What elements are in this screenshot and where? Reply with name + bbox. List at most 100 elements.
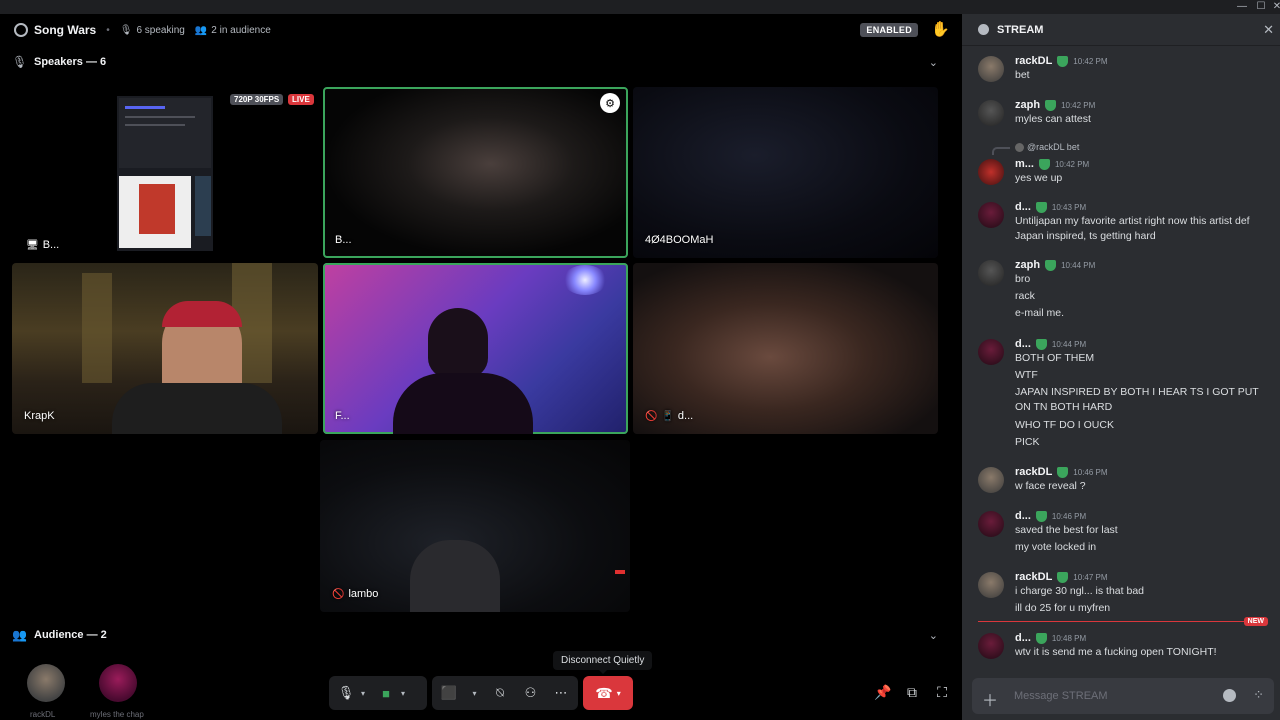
mic-muted-icon: 🚫: [645, 410, 658, 422]
popout-icon[interactable]: ⧉: [903, 684, 921, 701]
reply-reference[interactable]: @rackDL bet: [1015, 142, 1079, 152]
message-author[interactable]: d...: [1015, 201, 1031, 213]
apps-icon[interactable]: ⁘: [1253, 687, 1264, 703]
speaker-tile[interactable]: F...: [323, 263, 628, 434]
screen-share-icon: 🖥: [26, 239, 39, 251]
shield-icon: [1035, 338, 1047, 350]
message-author[interactable]: m...: [1015, 158, 1034, 170]
speaker-tile[interactable]: ⚙ B...: [323, 87, 628, 258]
chevron-down-icon[interactable]: ▾: [617, 689, 621, 698]
message-header: d... 10:48 PM: [1015, 631, 1086, 645]
speakers-section-header[interactable]: 🎙 Speakers — 6 ⌄: [0, 51, 962, 73]
mic-camera-controls: 🎙 ▾ ■ ▾: [329, 676, 427, 710]
close-window-button[interactable]: ✕: [1268, 0, 1280, 13]
speaker-name: 4Ø4BOOMaH: [645, 234, 713, 246]
speaker-name: 🚫 📱 d...: [645, 410, 693, 422]
message-header: rackDL 10:46 PM: [1015, 465, 1108, 479]
message-time: 10:42 PM: [1061, 100, 1096, 110]
shield-icon: [1045, 259, 1057, 271]
chevron-down-icon[interactable]: ⌄: [929, 629, 938, 642]
message-author[interactable]: d...: [1015, 338, 1031, 350]
disconnect-button[interactable]: ☎ ▾: [583, 676, 633, 710]
message-time: 10:44 PM: [1051, 339, 1087, 349]
message-author[interactable]: rackDL: [1015, 466, 1052, 478]
avatar[interactable]: [978, 159, 1004, 185]
speaker-tile[interactable]: 🚫 lambo: [320, 440, 630, 612]
deafen-button[interactable]: ⍉: [489, 682, 511, 704]
speaker-tile[interactable]: 🚫 📱 d...: [633, 263, 938, 434]
minimize-button[interactable]: —: [1233, 0, 1251, 13]
message-text: i charge 30 ngl... is that bad: [1015, 585, 1144, 597]
emoji-icon[interactable]: [1223, 689, 1236, 702]
speakers-label: Speakers — 6: [34, 56, 107, 68]
audience-name: rackDL: [30, 710, 56, 719]
chat-panel: STREAM ✕ rackDL 10:42 PM bet zaph 10:42 PM…: [962, 14, 1280, 720]
raise-hand-icon[interactable]: ✋: [931, 20, 950, 38]
audience-count-label: 2 in audience: [211, 24, 271, 36]
speaker-name: 🖥 B...: [26, 232, 59, 258]
add-attachment-icon[interactable]: ＋: [982, 687, 998, 711]
chevron-down-icon[interactable]: ⌄: [929, 56, 938, 69]
microphone-button[interactable]: 🎙: [335, 682, 357, 704]
chevron-down-icon[interactable]: ▾: [397, 682, 409, 704]
message-author[interactable]: rackDL: [1015, 55, 1052, 67]
shield-icon: [1045, 99, 1057, 111]
avatar[interactable]: [978, 572, 1004, 598]
message-input[interactable]: [1014, 686, 1214, 706]
audience-section-header[interactable]: 👥 Audience — 2 ⌄: [0, 624, 962, 646]
message-time: 10:46 PM: [1051, 511, 1087, 521]
speaker-tile[interactable]: 4Ø4BOOMaH: [633, 87, 938, 258]
pin-icon[interactable]: 📌: [874, 684, 892, 701]
message-text: PICK: [1015, 436, 1040, 448]
speaker-name-label: B...: [42, 239, 60, 251]
screen-share-button[interactable]: ⬛: [438, 682, 460, 704]
shield-icon: [1035, 201, 1047, 213]
new-badge: NEW: [1243, 617, 1268, 626]
stage-channel-icon: [14, 23, 28, 37]
audience-icon: 👥: [194, 24, 208, 36]
chevron-down-icon[interactable]: ▾: [357, 682, 369, 704]
avatar[interactable]: [978, 260, 1004, 286]
message-author[interactable]: d...: [1015, 632, 1031, 644]
message-header: m... 10:42 PM: [1015, 157, 1089, 171]
message-time: 10:44 PM: [1061, 260, 1096, 270]
chevron-down-icon[interactable]: ▾: [469, 682, 481, 704]
message-author[interactable]: rackDL: [1015, 571, 1052, 583]
camera-button[interactable]: ■: [375, 682, 397, 704]
avatar[interactable]: [978, 202, 1004, 228]
message-text: bet: [1015, 69, 1030, 81]
gear-icon[interactable]: ⚙: [600, 93, 620, 113]
message-author[interactable]: d...: [1015, 510, 1031, 522]
fullscreen-icon[interactable]: ⛶: [933, 684, 951, 701]
close-icon[interactable]: ✕: [1263, 22, 1274, 38]
shield-icon: [1057, 55, 1069, 67]
avatar[interactable]: [27, 664, 65, 702]
hang-up-icon: ☎: [595, 684, 613, 701]
audience-label: Audience — 2: [34, 629, 107, 641]
speaker-name: 🚫 lambo: [332, 588, 378, 600]
message-header: d... 10:44 PM: [1015, 337, 1086, 351]
reply-connector: [992, 147, 1010, 155]
avatar[interactable]: [978, 467, 1004, 493]
message-author[interactable]: zaph: [1015, 99, 1040, 111]
enabled-badge: ENABLED: [860, 23, 918, 37]
avatar[interactable]: [99, 664, 137, 702]
speaker-tile[interactable]: KrapK: [12, 263, 318, 434]
speaker-name: B...: [335, 234, 352, 246]
speaker-tile-screenshare[interactable]: 720P 30FPS LIVE 🖥 B...: [12, 88, 318, 258]
window-titlebar: — ☐ ✕: [0, 0, 1280, 14]
message-header: rackDL 10:42 PM: [1015, 54, 1108, 68]
avatar[interactable]: [978, 56, 1004, 82]
invite-button[interactable]: ⚇: [520, 682, 542, 704]
message-author[interactable]: zaph: [1015, 259, 1040, 271]
message-text: ill do 25 for u myfren: [1015, 602, 1111, 614]
avatar[interactable]: [978, 633, 1004, 659]
avatar[interactable]: [978, 339, 1004, 365]
message-header: d... 10:46 PM: [1015, 509, 1086, 523]
message-header: zaph 10:42 PM: [1015, 98, 1095, 112]
speaker-name-label: F...: [335, 410, 350, 422]
avatar[interactable]: [978, 511, 1004, 537]
more-options-button[interactable]: ⋯: [550, 682, 572, 704]
stage-area: Song Wars • 🎙 6 speaking 👥 2 in audience E…: [0, 14, 962, 720]
avatar[interactable]: [978, 100, 1004, 126]
